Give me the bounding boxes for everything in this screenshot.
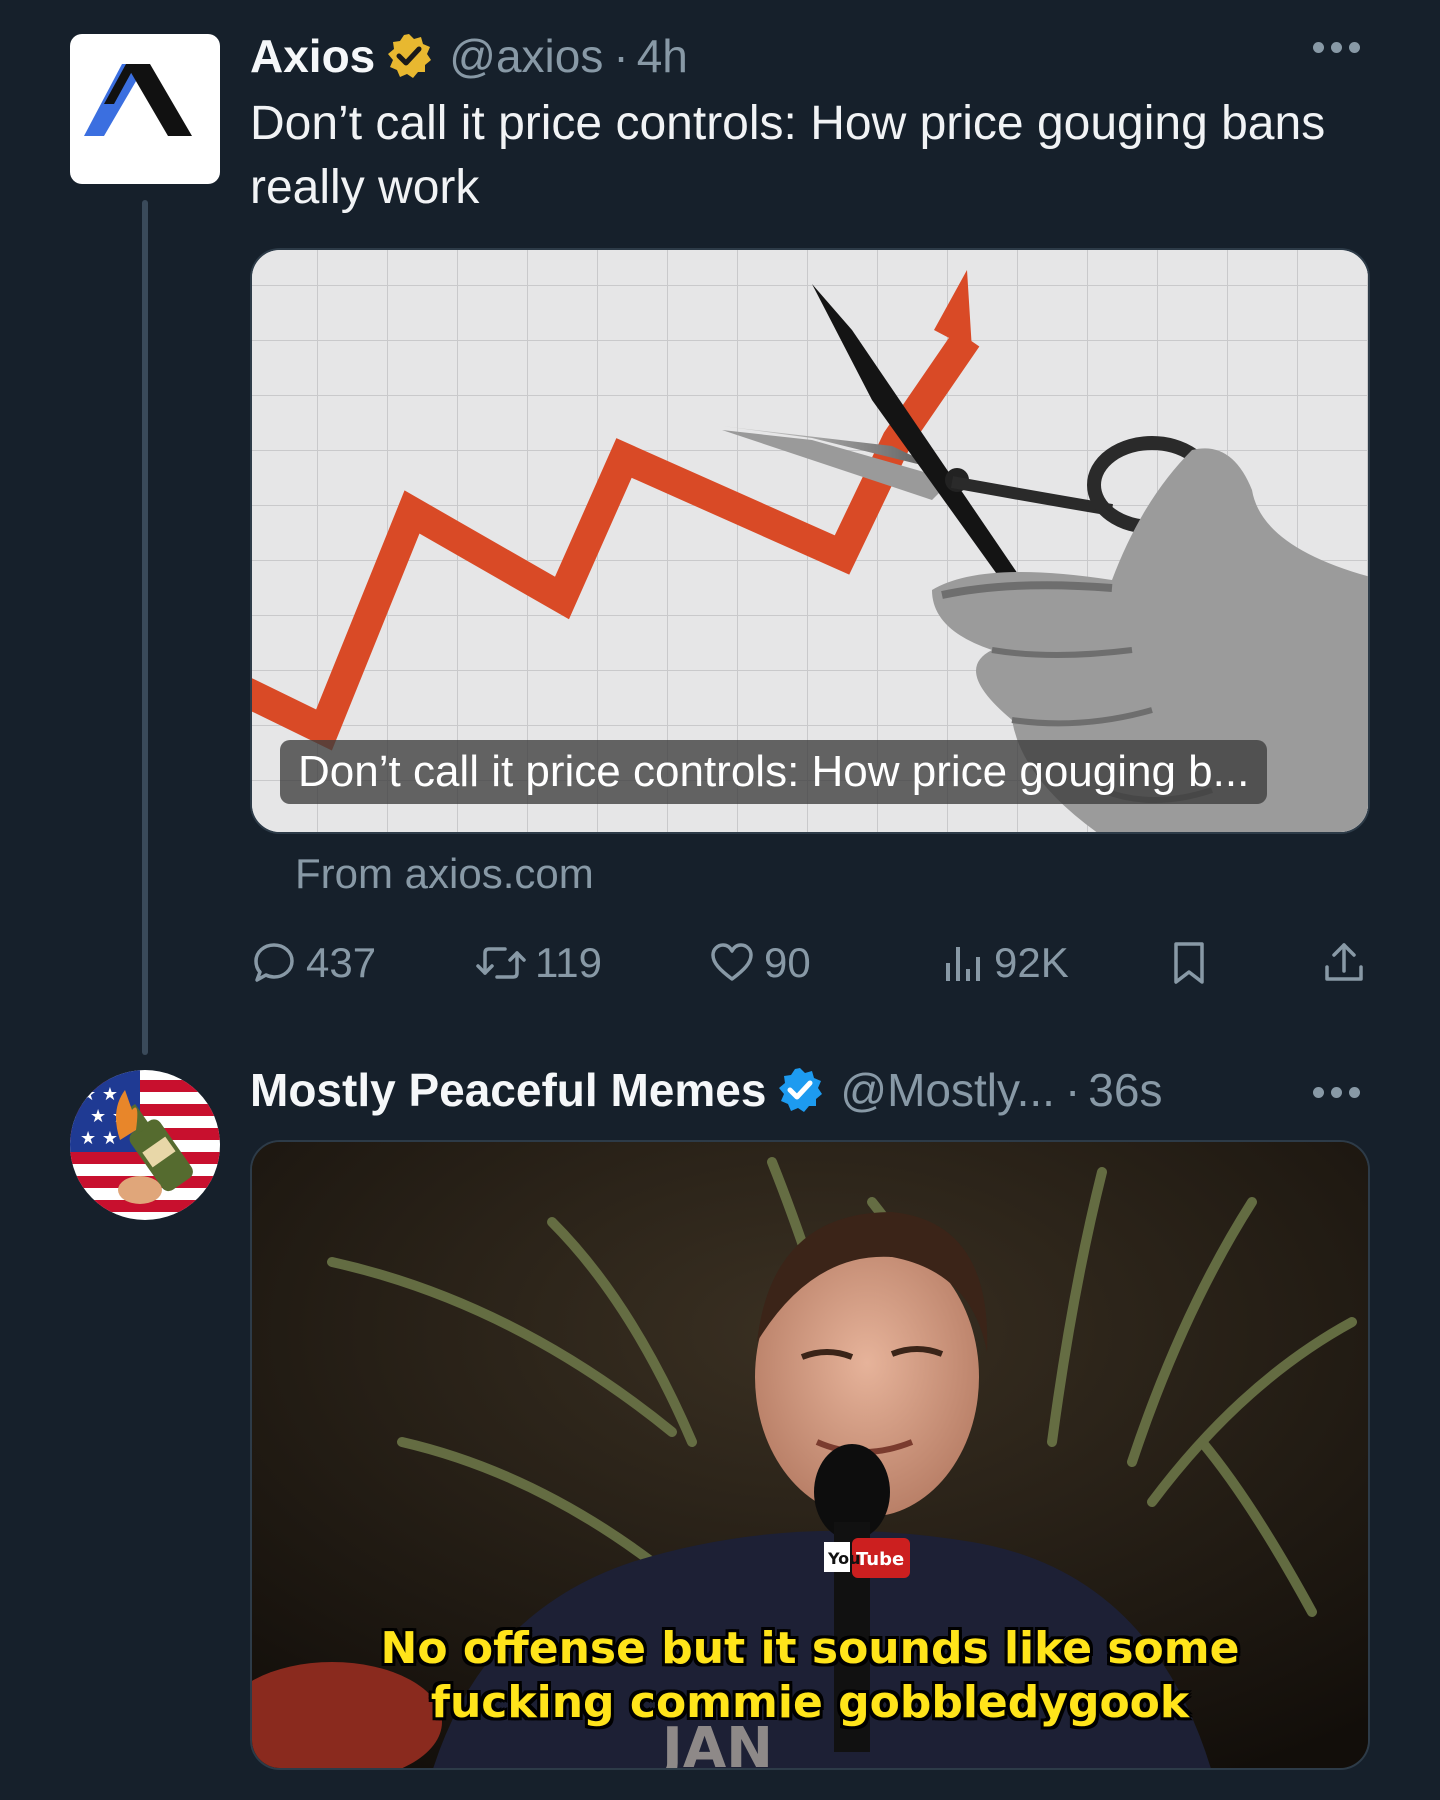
avatar[interactable] [70, 34, 220, 184]
more-dot-icon [1349, 42, 1360, 53]
more-dot-icon [1313, 42, 1324, 53]
heart-icon [711, 943, 753, 981]
timestamp[interactable]: 4h [637, 29, 688, 83]
reply-button[interactable]: 437 [250, 930, 376, 996]
reply-icon [254, 943, 294, 982]
avatar[interactable]: ★ ★ ★ ★ ★ ★ [70, 1070, 220, 1220]
reply-count: 437 [306, 939, 377, 986]
like-button[interactable]: 90 [708, 930, 811, 996]
tweet-text: Don’t call it price controls: How price … [250, 97, 1326, 214]
separator-dot: · [613, 30, 629, 82]
tweet-media-video[interactable]: You Tube JAN No offense but it sounds li… [250, 1140, 1370, 1770]
tweet-action-bar: 437 119 90 92K [250, 930, 1370, 996]
tweet-header: Mostly Peaceful Memes @Mostly... · 36s [250, 1060, 1390, 1120]
svg-text:★ ★: ★ ★ [80, 1128, 118, 1149]
gold-verified-icon[interactable] [385, 32, 433, 80]
separator-dot: · [1064, 1064, 1081, 1116]
repost-count: 119 [535, 939, 602, 986]
link-preview-card[interactable]: Don’t call it price controls: How price … [250, 248, 1370, 834]
bookmark-button[interactable] [1165, 930, 1213, 996]
author-name[interactable]: Mostly Peaceful Memes [250, 1063, 766, 1117]
view-count: 92K [994, 939, 1069, 986]
repost-icon [476, 947, 526, 979]
thread-connector-line [142, 200, 148, 1055]
repost-button[interactable]: 119 [475, 930, 602, 996]
more-dot-icon [1331, 42, 1342, 53]
more-dot-icon [1331, 1087, 1342, 1098]
axios-logo-icon [84, 64, 192, 136]
svg-text:★ ★: ★ ★ [80, 1084, 118, 1105]
video-subtitle: No offense but it sounds like some fucki… [252, 1622, 1368, 1730]
link-card-title: Don’t call it price controls: How price … [280, 740, 1268, 804]
like-count: 90 [764, 939, 811, 986]
mic-flag-tube-text: Tube [856, 1549, 904, 1570]
analytics-icon [946, 947, 980, 981]
more-dot-icon [1313, 1087, 1324, 1098]
timeline-feed: Axios @axios · 4h Don’t call it price co… [0, 0, 1440, 1800]
more-dot-icon [1349, 1087, 1360, 1098]
tweet-header: Axios @axios · 4h [250, 26, 1390, 86]
share-icon [1325, 943, 1363, 981]
link-card-source[interactable]: From axios.com [295, 850, 594, 898]
bookmark-icon [1174, 942, 1204, 984]
blue-verified-icon[interactable] [776, 1066, 824, 1114]
share-button[interactable] [1320, 930, 1368, 996]
more-options-button[interactable] [1313, 42, 1360, 53]
timestamp[interactable]: 36s [1088, 1063, 1162, 1117]
more-options-button[interactable] [1313, 1087, 1360, 1098]
subtitle-line-2: fucking commie gobbledygook [430, 1677, 1190, 1728]
flag-bottle-avatar-image: ★ ★ ★ ★ ★ ★ [70, 1070, 220, 1220]
author-handle[interactable]: @axios [449, 29, 603, 83]
views-button[interactable]: 92K [938, 930, 1069, 996]
author-name[interactable]: Axios [250, 29, 375, 83]
subtitle-line-1: No offense but it sounds like some [380, 1623, 1240, 1674]
author-handle[interactable]: @Mostly... [840, 1063, 1055, 1117]
